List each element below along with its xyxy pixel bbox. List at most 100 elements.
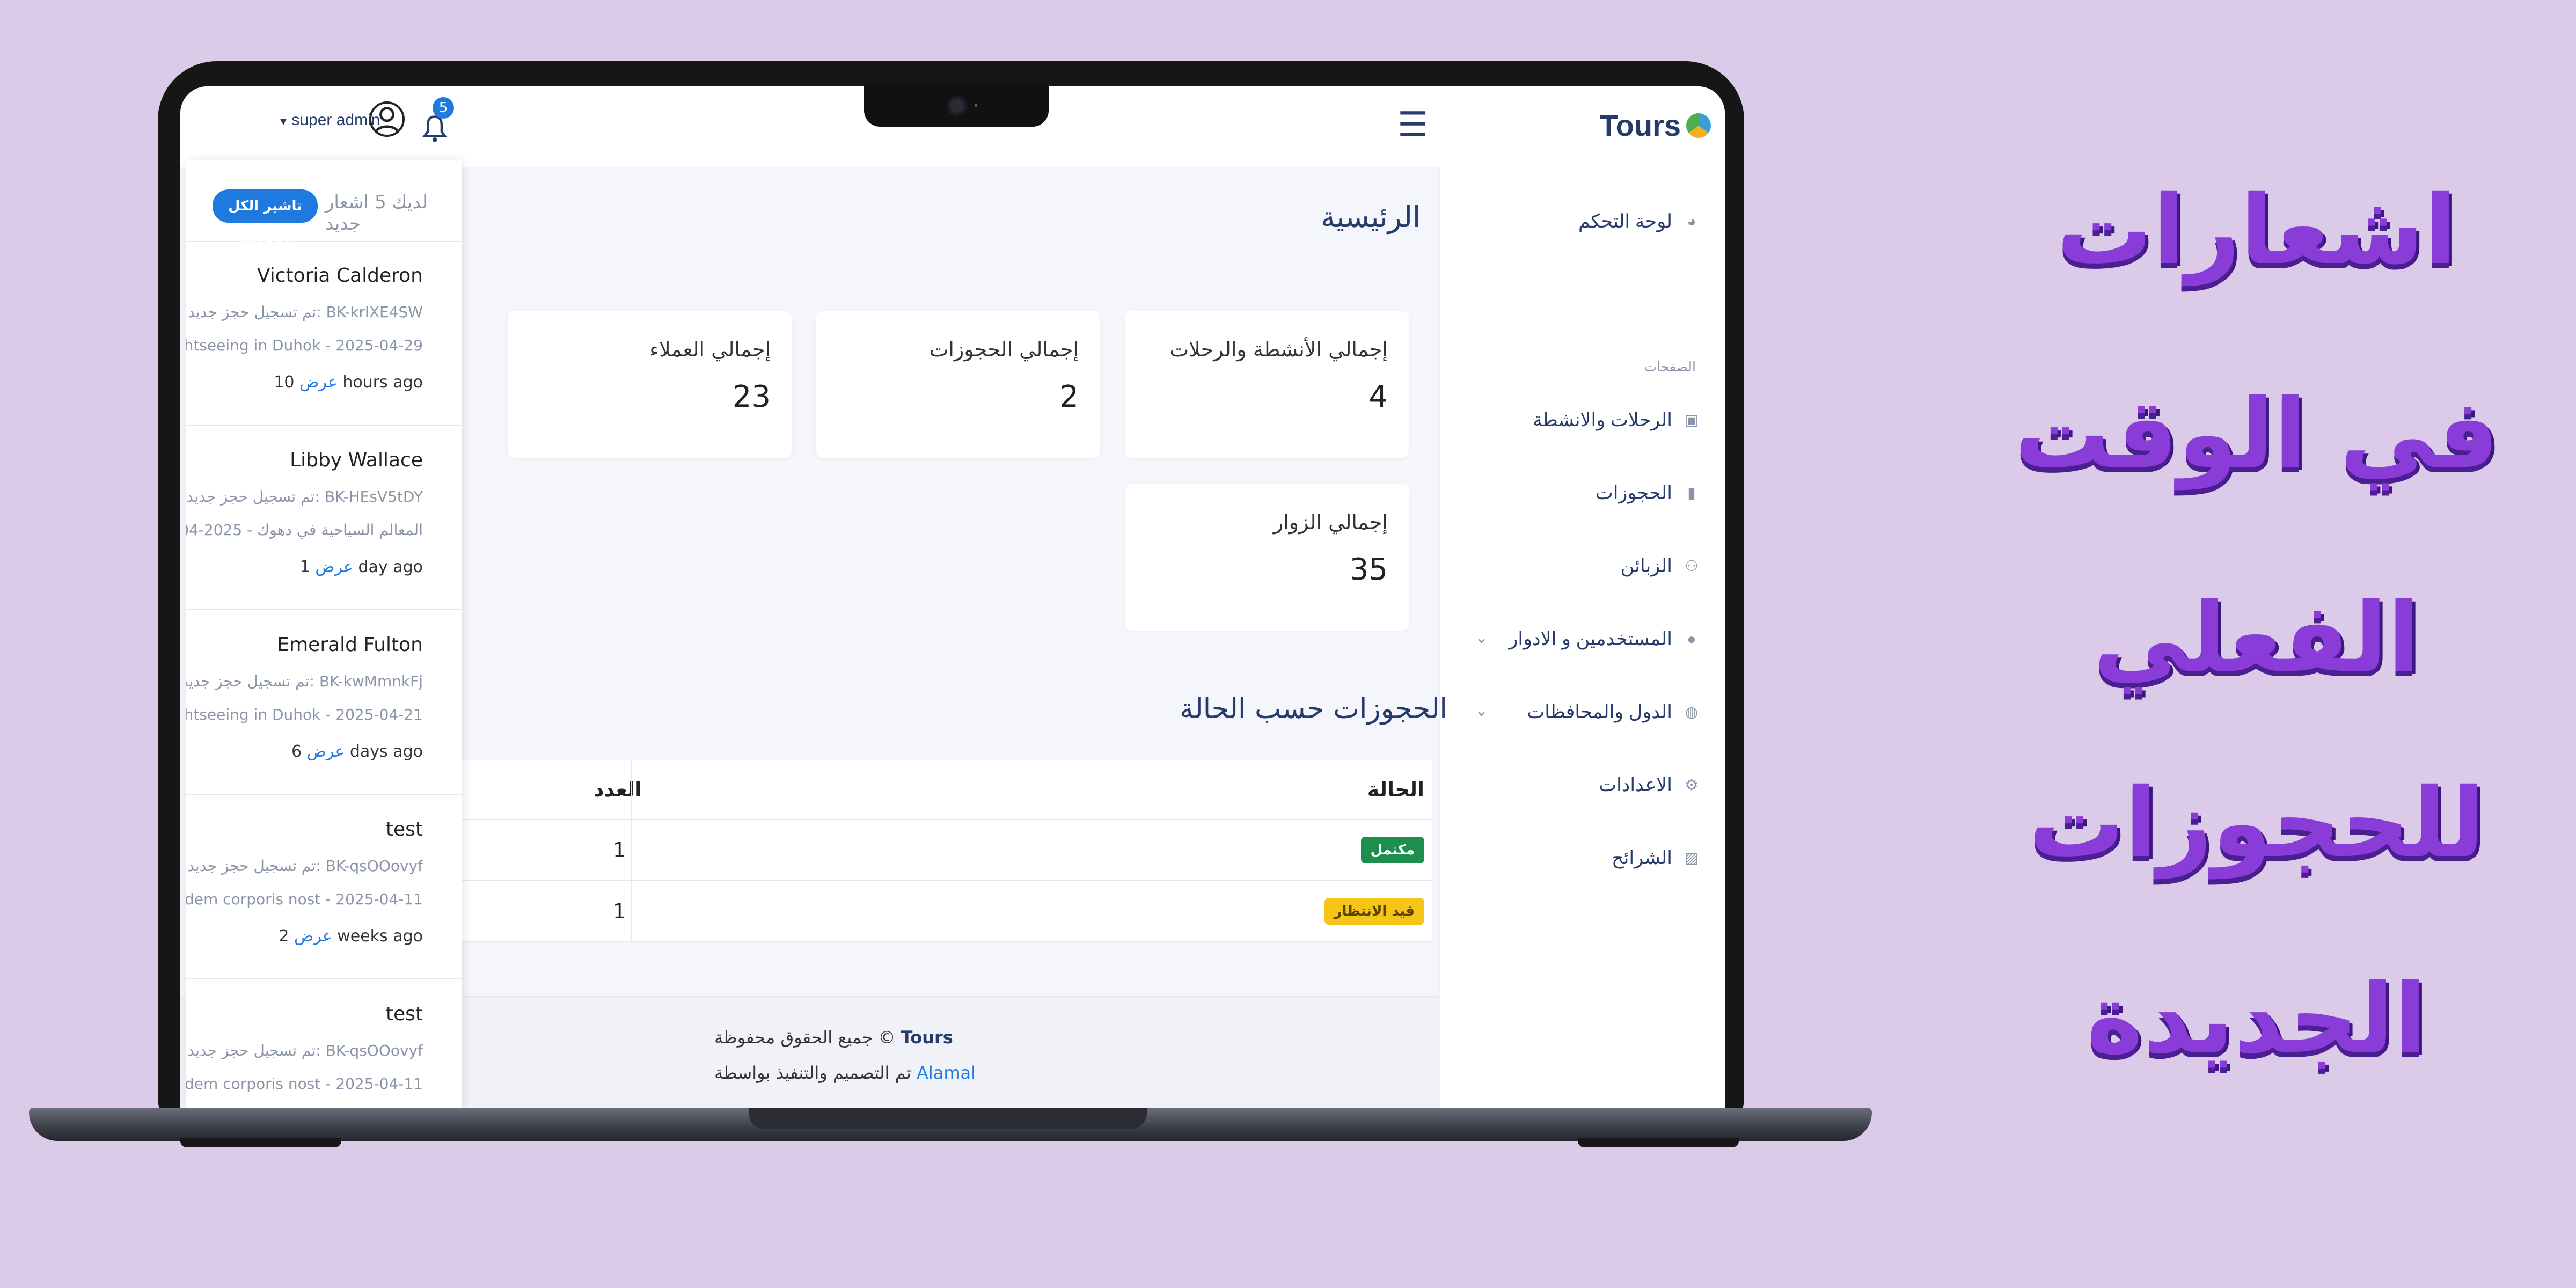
user-icon: ● — [1687, 631, 1696, 647]
sidebar-item-label: الاعدادات — [1599, 774, 1672, 795]
sidebar: لوحة التحكم ◕ الصفحات الرحلات والانشطة ▣… — [1439, 167, 1725, 1108]
table-cell-count: 1 — [613, 899, 626, 923]
stat-value: 23 — [732, 379, 771, 414]
status-badge: مكتمل — [1360, 837, 1424, 863]
footer-credits-text: تم التصميم والتنفيذ بواسطة — [714, 1063, 911, 1083]
brand-name: Tours — [1599, 108, 1681, 142]
sidebar-item-label: الشرائح — [1612, 847, 1672, 868]
stat-value: 35 — [1349, 552, 1388, 587]
notification-name: Emerald Fulton — [277, 634, 423, 656]
notification-item[interactable]: Libby Wallace تم تسجيل حجز جديد: BK-HEsV… — [186, 426, 462, 610]
notification-view-link[interactable]: عرض — [299, 373, 338, 392]
table-divider — [459, 819, 1432, 820]
notification-time-text: 10 hours ago — [274, 373, 423, 392]
notification-item[interactable]: Emerald Fulton تم تسجيل حجز جديد: BK-kwM… — [186, 610, 462, 795]
sidebar-item-trips[interactable]: الرحلات والانشطة ▣ — [1533, 409, 1699, 431]
chevron-down-icon[interactable]: ⌄ — [1475, 701, 1488, 720]
bookmark-icon: ▮ — [1687, 485, 1696, 501]
notification-name: test — [385, 1003, 423, 1025]
stat-value: 2 — [1059, 379, 1079, 414]
stat-label: إجمالي الزوار — [1273, 510, 1388, 534]
promo-line-4: للحجوزات — [2028, 767, 2485, 879]
sidebar-item-countries[interactable]: الدول والمحافظات ◍ — [1527, 701, 1699, 723]
sidebar-item-customers[interactable]: الزبائن ⚇ — [1621, 555, 1700, 577]
laptop-foot-right — [1578, 1138, 1739, 1147]
sidebar-item-settings[interactable]: الاعدادات ⚙ — [1599, 774, 1699, 796]
notification-line: Quidem corporis nost - 2025-04-11 — [186, 1075, 423, 1093]
notification-line: تم تسجيل حجز جديد: BK-krlXE4SW — [188, 303, 423, 321]
notification-item[interactable]: Victoria Calderon تم تسجيل حجز جديد: BK-… — [186, 241, 462, 426]
sidebar-item-label: الرحلات والانشطة — [1533, 409, 1672, 430]
brand-logo-icon — [1686, 113, 1711, 138]
sidebar-item-bookings[interactable]: الحجوزات ▮ — [1596, 482, 1699, 504]
mark-all-read-button[interactable]: تاشير الكل كمقروء — [213, 189, 318, 247]
promo-line-5: الجديدة — [2087, 963, 2427, 1074]
user-menu[interactable]: ▼ super admin — [278, 111, 380, 129]
notification-item[interactable]: test تم تسجيل حجز جديد: BK-qsOOovyf Quid… — [186, 795, 462, 979]
stat-label: إجمالي الأنشطة والرحلات — [1169, 338, 1388, 361]
notification-count-badge: 5 — [433, 97, 454, 119]
camera-notch — [864, 85, 1049, 127]
image-icon: ▨ — [1684, 850, 1699, 866]
promo-line-1: اشعارات — [2057, 174, 2457, 286]
notification-time: عرض 6 days ago — [291, 742, 423, 761]
notification-line: تم تسجيل حجز جديد: BK-qsOOovyf — [187, 1042, 423, 1059]
notification-name: Victoria Calderon — [257, 265, 423, 287]
stat-value: 4 — [1368, 379, 1388, 414]
sidebar-item-label: الزبائن — [1620, 555, 1673, 576]
promo-line-2: في الوقت — [2014, 378, 2499, 489]
stat-card-customers: إجمالي العملاء 23 — [508, 311, 792, 458]
sidebar-item-users-roles[interactable]: المستخدمين و الادوار ● — [1509, 628, 1699, 650]
notification-view-link[interactable]: عرض — [294, 927, 332, 946]
notification-name: test — [385, 818, 423, 840]
sidebar-item-dashboard[interactable]: لوحة التحكم ◕ — [1578, 211, 1699, 232]
camera-led — [975, 104, 977, 107]
notification-time: عرض 2 weeks ago — [279, 927, 423, 946]
chevron-down-icon: ▼ — [278, 116, 292, 128]
stat-card-trips: إجمالي الأنشطة والرحلات 4 — [1125, 311, 1409, 458]
notifications-dropdown: لديك 5 اشعار جديد تاشير الكل كمقروء Vict… — [186, 160, 462, 1108]
footer-brand: Tours — [901, 1027, 953, 1048]
gear-icon: ⚙ — [1685, 777, 1699, 793]
chevron-down-icon[interactable]: ⌄ — [1475, 628, 1488, 647]
notification-line: تم تسجيل حجز جديد: BK-qsOOovyf — [187, 857, 423, 875]
bookings-status-title: الحجوزات حسب الحالة — [1180, 693, 1447, 725]
sidebar-item-label: الحجوزات — [1595, 482, 1672, 503]
stat-label: إجمالي الحجوزات — [929, 338, 1079, 361]
sidebar-item-label: المستخدمين و الادوار — [1509, 628, 1672, 649]
status-badge: قيد الانتظار — [1324, 898, 1424, 925]
notification-view-link[interactable]: عرض — [307, 742, 345, 761]
notification-time: عرض 1 day ago — [300, 558, 423, 576]
table-header-count: العدد — [594, 778, 642, 801]
sidebar-item-label: لوحة التحكم — [1578, 211, 1672, 232]
notification-view-link[interactable]: عرض — [315, 558, 353, 576]
footer-rights-text: جميع الحقوق محفوظة — [714, 1027, 873, 1048]
camera-icon — [947, 96, 967, 116]
notification-line: تم تسجيل حجز جديد: BK-kwMmnkFj — [186, 672, 423, 690]
user-name: super admin — [291, 111, 380, 129]
copyright-symbol: © — [878, 1027, 896, 1048]
brand[interactable]: Tours — [1600, 108, 1711, 143]
notifications-count-text: لديك 5 اشعار جديد — [325, 192, 428, 235]
laptop-groove — [749, 1108, 1147, 1129]
notification-line: المعالم السياحية في دهوك - 2025-04-28 — [186, 521, 423, 539]
sidebar-section-label: الصفحات — [1644, 359, 1696, 375]
laptop-screen: Tours ☰ 5 ▼ super admin لوحة التحكم ◕ ال… — [180, 86, 1725, 1108]
table-divider — [459, 880, 1432, 881]
notifications-header: لديك 5 اشعار جديد تاشير الكل كمقروء — [186, 160, 462, 247]
footer-credits-link[interactable]: Alamal — [917, 1063, 976, 1083]
dashboard-icon: ◕ — [1687, 213, 1696, 230]
sidebar-item-label: الدول والمحافظات — [1527, 701, 1672, 722]
notification-name: Libby Wallace — [290, 449, 423, 471]
bus-icon: ▣ — [1684, 412, 1699, 428]
laptop-foot-left — [180, 1138, 341, 1147]
notification-line: Quidem corporis nost - 2025-04-11 — [186, 890, 423, 908]
menu-toggle-icon[interactable]: ☰ — [1397, 108, 1428, 142]
notification-line: Sightseeing in Duhok - 2025-04-29 — [186, 336, 423, 354]
table-header-status: الحالة — [1367, 778, 1424, 801]
notification-item[interactable]: test تم تسجيل حجز جديد: BK-qsOOovyf Quid… — [186, 979, 462, 1108]
table-divider — [459, 941, 1432, 942]
sidebar-item-slides[interactable]: الشرائح ▨ — [1612, 847, 1699, 869]
promo-line-3: الفعلي — [2093, 582, 2420, 693]
globe-icon: ◍ — [1685, 704, 1699, 720]
